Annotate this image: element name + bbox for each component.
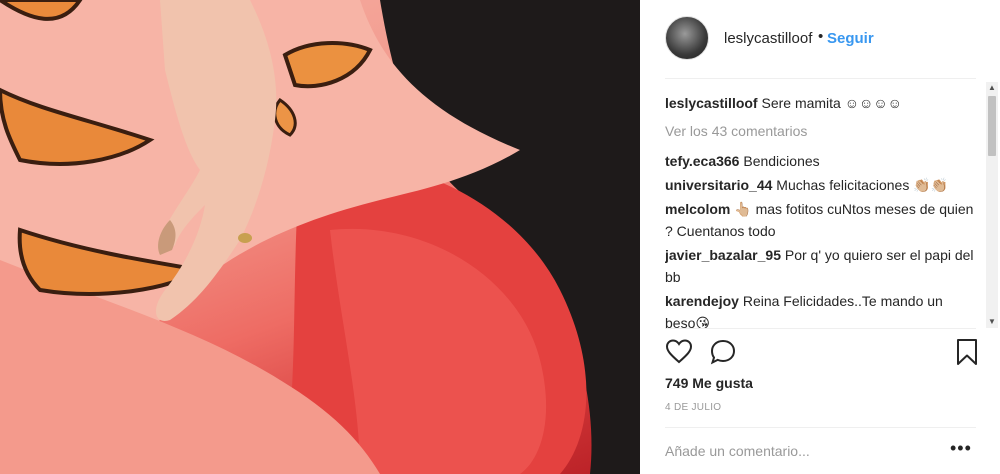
divider — [665, 427, 976, 428]
header-username[interactable]: leslycastilloof — [724, 30, 812, 47]
comment-row: tefy.eca366 Bendiciones — [665, 150, 985, 172]
caption-text: Sere mamita ☺☺☺☺ — [761, 95, 902, 111]
more-options-icon[interactable]: ••• — [950, 438, 972, 459]
follow-button[interactable]: Seguir — [827, 30, 874, 47]
comment-row: melcolom 👆🏼 mas fotitos cuNtos meses de … — [665, 198, 985, 242]
post-header: leslycastilloof • Seguir — [640, 0, 1000, 78]
comment-icon[interactable] — [709, 338, 737, 366]
separator-dot: • — [818, 28, 824, 45]
action-bar — [665, 338, 985, 368]
comment-row: karendejoy Reina Felicidades..Te mando u… — [665, 290, 985, 328]
likes-count[interactable]: 749 Me gusta — [665, 375, 753, 391]
comment-text: Bendiciones — [743, 153, 820, 169]
divider — [665, 78, 976, 79]
comments-scrollbar[interactable]: ▲ ▼ — [986, 82, 998, 328]
add-comment-input[interactable]: Añade un comentario... — [665, 443, 810, 459]
post-panel: leslycastilloof • Seguir leslycastilloof… — [640, 0, 1000, 474]
heart-icon[interactable] — [665, 338, 693, 366]
comment-username[interactable]: karendejoy — [665, 293, 739, 309]
divider — [665, 328, 976, 329]
bookmark-icon[interactable] — [953, 338, 981, 366]
comment-row: universitario_44 Muchas felicitaciones 👏… — [665, 174, 985, 196]
scroll-up-arrow-icon[interactable]: ▲ — [986, 82, 998, 94]
comment-username[interactable]: melcolom — [665, 201, 730, 217]
post-photo[interactable] — [0, 0, 640, 474]
scroll-down-arrow-icon[interactable]: ▼ — [986, 316, 998, 328]
photo-illustration — [0, 0, 640, 474]
comment-username[interactable]: tefy.eca366 — [665, 153, 739, 169]
comment-username[interactable]: javier_bazalar_95 — [665, 247, 781, 263]
comment-username[interactable]: universitario_44 — [665, 177, 772, 193]
caption: leslycastilloof Sere mamita ☺☺☺☺ — [665, 92, 985, 114]
comment-text: Muchas felicitaciones 👏🏼👏🏼 — [776, 177, 949, 193]
comments-list: leslycastilloof Sere mamita ☺☺☺☺ Ver los… — [665, 92, 985, 328]
view-all-comments-link[interactable]: Ver los 43 comentarios — [665, 120, 985, 142]
scroll-thumb[interactable] — [988, 96, 996, 156]
avatar[interactable] — [665, 16, 709, 60]
comment-row: javier_bazalar_95 Por q' yo quiero ser e… — [665, 244, 985, 288]
post-date: 4 DE JULIO — [665, 402, 722, 413]
caption-username[interactable]: leslycastilloof — [665, 95, 758, 111]
